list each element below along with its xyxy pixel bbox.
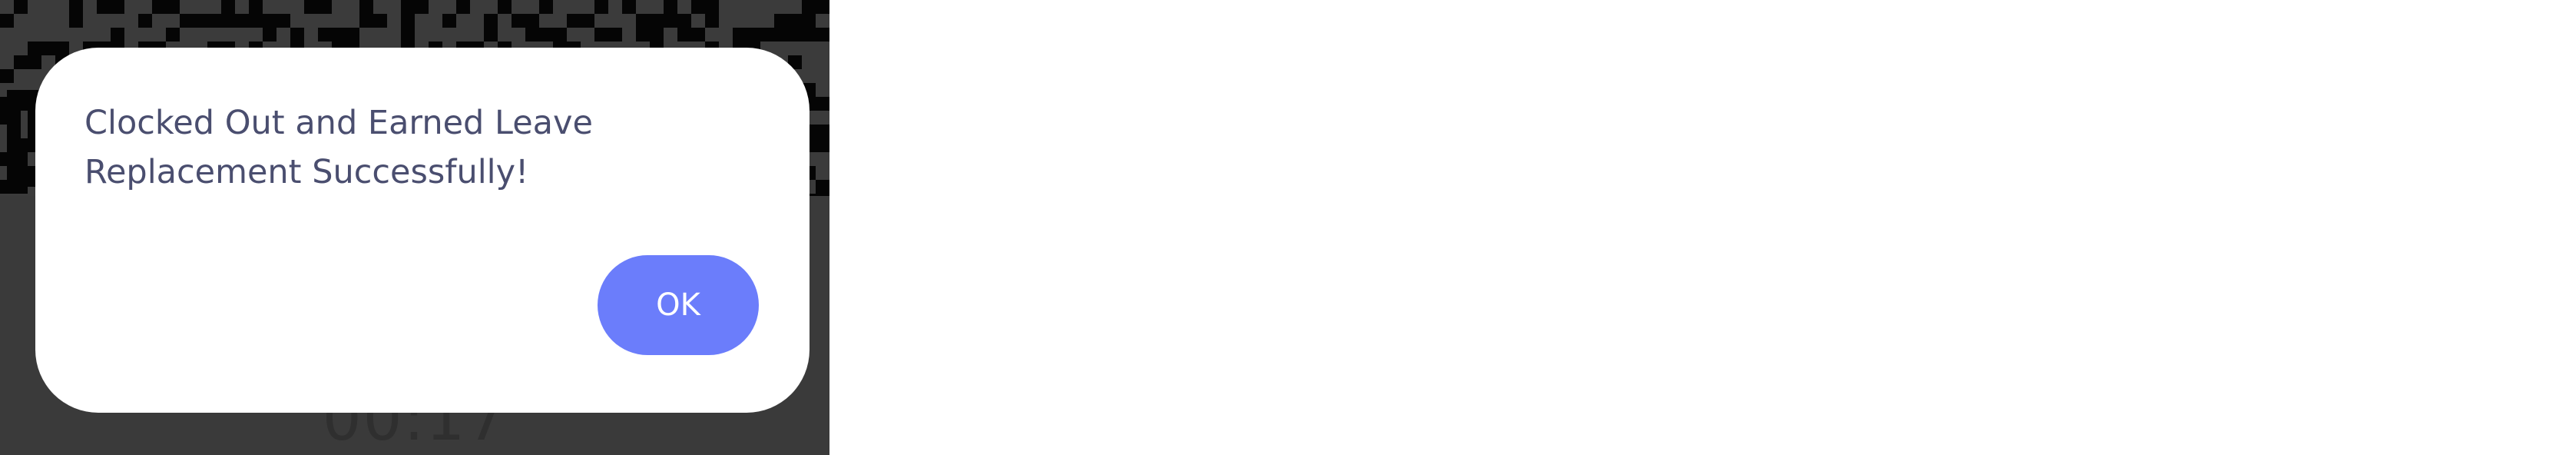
app-screen: 00:17 Clocked Out and Earned Leave Repla… xyxy=(0,0,829,455)
dialog-message: Clocked Out and Earned Leave Replacement… xyxy=(84,104,593,191)
success-dialog: Clocked Out and Earned Leave Replacement… xyxy=(35,48,810,413)
ok-button[interactable]: OK xyxy=(598,255,759,355)
